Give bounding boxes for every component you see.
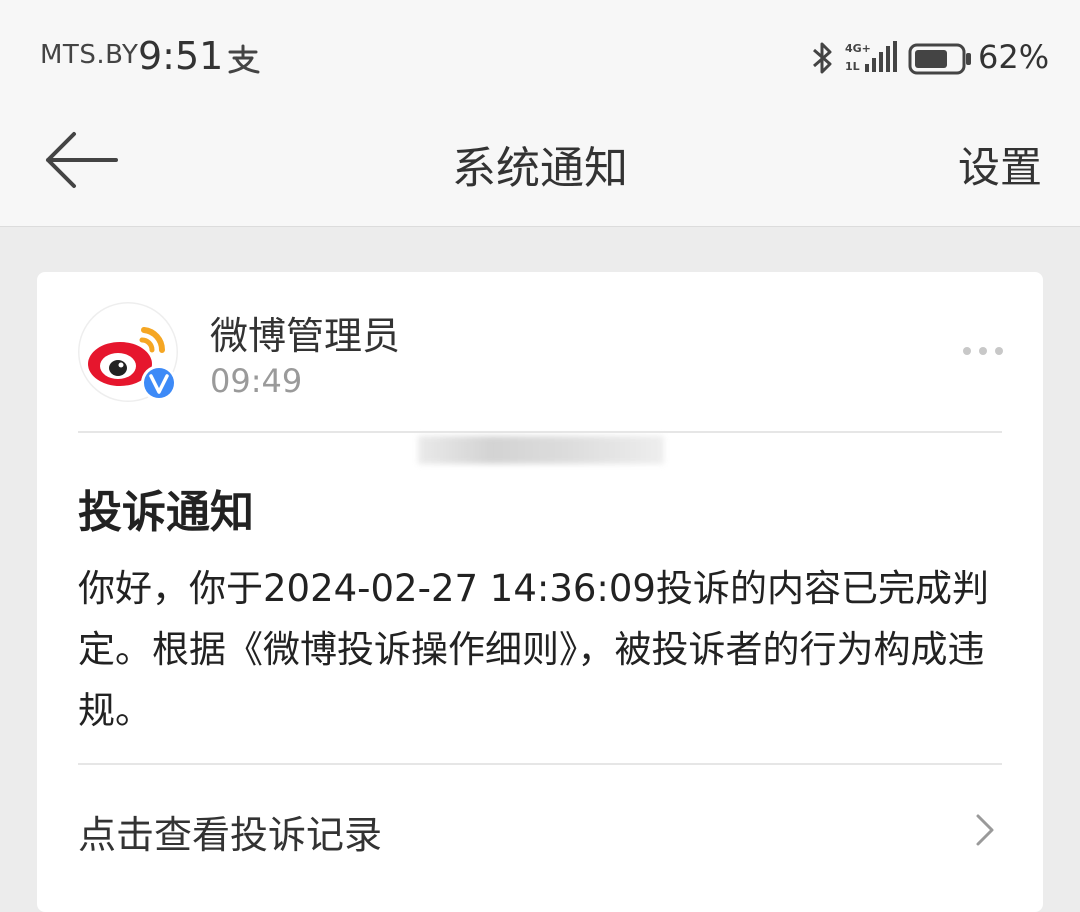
- divider: [78, 431, 1002, 433]
- svg-text:4G+: 4G+: [845, 42, 871, 55]
- page-title: 系统通知: [452, 143, 628, 194]
- message-body: 你好，你于2024-02-27 14:36:09投诉的内容已完成判定。根据《微博…: [78, 567, 989, 732]
- view-complaint-record-link[interactable]: 点击查看投诉记录: [78, 790, 1002, 874]
- carrier-name: MTS.BY: [40, 40, 139, 70]
- verified-badge-icon: [141, 365, 177, 401]
- link-label: 点击查看投诉记录: [78, 813, 383, 857]
- divider: [78, 763, 1002, 765]
- message-title: 投诉通知: [78, 487, 254, 538]
- battery-icon: [908, 43, 971, 75]
- alipay-icon: [228, 44, 260, 74]
- blurred-watermark: [418, 436, 664, 464]
- sender-name[interactable]: 微博管理员: [210, 305, 400, 360]
- more-options-icon[interactable]: [962, 344, 1004, 358]
- bluetooth-icon: [813, 42, 832, 74]
- status-clock: 9:51: [138, 34, 224, 78]
- signal-icon: 4G+ 1L: [845, 41, 897, 73]
- message-time: 09:49: [210, 362, 303, 400]
- settings-button[interactable]: 设置: [958, 134, 1042, 195]
- chevron-right-icon: [976, 814, 994, 846]
- battery-percent: 62%: [978, 38, 1050, 76]
- svg-text:1L: 1L: [845, 60, 860, 73]
